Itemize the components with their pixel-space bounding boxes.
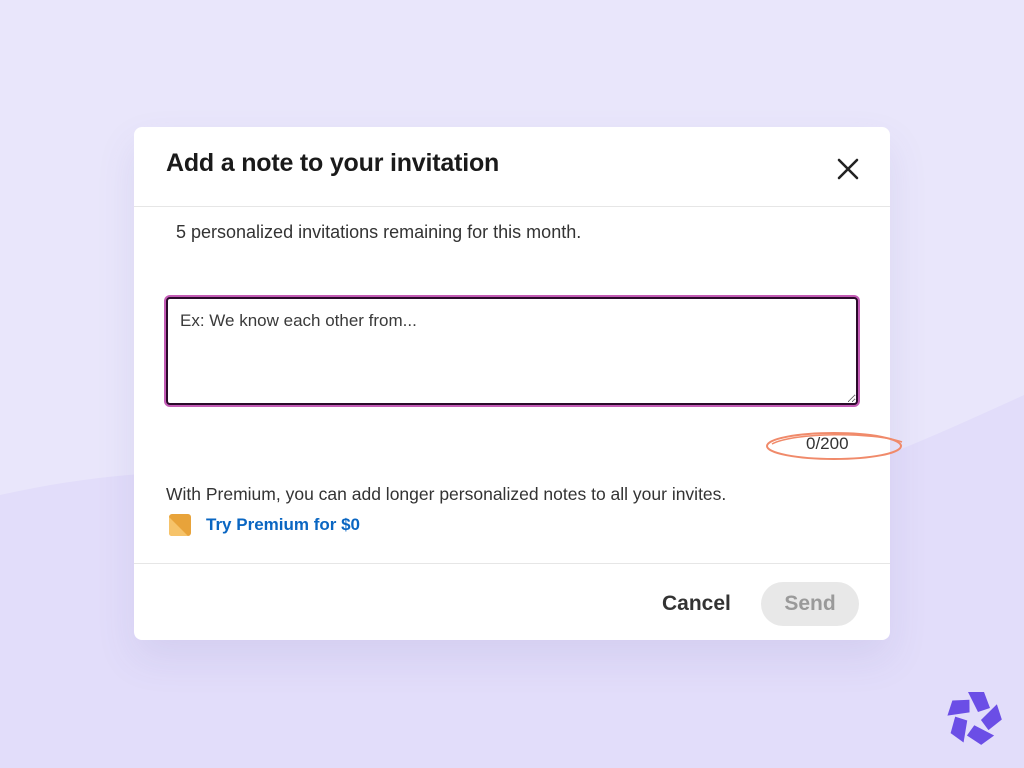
brand-logo-icon [947,692,1002,745]
invitation-note-modal: Add a note to your invitation 5 personal… [134,127,903,641]
modal-title: Add a note to your invitation [166,149,500,177]
close-icon [837,158,859,180]
try-premium-label[interactable]: Try Premium for $0 [206,515,360,535]
character-counter: 0/200 [806,434,849,453]
close-button[interactable] [828,149,868,189]
cancel-button[interactable]: Cancel [648,582,745,626]
try-premium-link[interactable]: Try Premium for $0 [168,513,360,537]
note-textarea[interactable] [166,297,858,405]
modal-footer: Cancel Send [134,563,890,641]
modal-header: Add a note to your invitation [134,127,890,207]
remaining-invitations-text: 5 personalized invitations remaining for… [176,222,582,242]
send-button[interactable]: Send [761,582,859,626]
premium-description: With Premium, you can add longer persona… [166,484,727,504]
premium-badge-icon [169,514,191,536]
